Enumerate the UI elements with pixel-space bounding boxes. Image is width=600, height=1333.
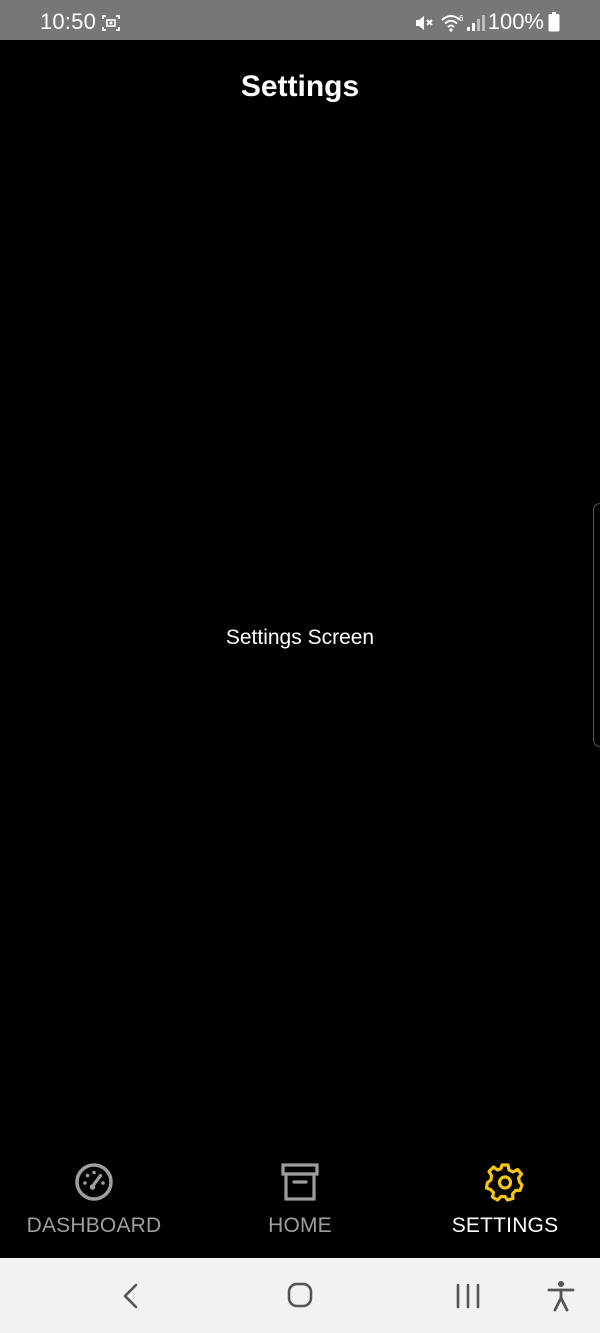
signal-icon xyxy=(467,15,485,31)
wifi-icon: 6 xyxy=(441,14,464,32)
status-time: 10:50 xyxy=(40,9,97,34)
tab-settings[interactable]: SETTINGS xyxy=(405,1150,600,1258)
accessibility-icon[interactable] xyxy=(541,1280,581,1312)
system-navigation-bar xyxy=(0,1258,600,1333)
recents-icon[interactable] xyxy=(448,1280,488,1312)
home-circle-icon[interactable] xyxy=(280,1280,320,1312)
tab-home-label: HOME xyxy=(268,1214,332,1237)
gear-icon xyxy=(485,1163,524,1202)
mute-icon xyxy=(416,16,433,30)
speedometer-icon xyxy=(75,1163,113,1201)
tab-home[interactable]: HOME xyxy=(200,1150,400,1258)
screen-content-text: Settings Screen xyxy=(225,626,375,649)
svg-text:6: 6 xyxy=(459,14,464,23)
screen-record-icon xyxy=(102,15,120,31)
back-icon[interactable] xyxy=(112,1280,152,1312)
edge-panel-handle[interactable] xyxy=(593,503,600,747)
battery-percent: 100% xyxy=(487,9,544,34)
tab-settings-label: SETTINGS xyxy=(451,1214,559,1237)
tab-dashboard-label: DASHBOARD xyxy=(26,1214,162,1237)
status-bar: 10:50 6 100% xyxy=(0,0,600,40)
battery-icon xyxy=(548,12,560,32)
phone-screen: 10:50 6 100% Settings Settings Screen DA… xyxy=(0,0,600,1333)
archive-box-icon xyxy=(281,1163,319,1201)
page-title: Settings xyxy=(240,70,360,103)
bottom-navigation: DASHBOARD HOME SETTINGS xyxy=(0,1150,600,1258)
tab-dashboard[interactable]: DASHBOARD xyxy=(0,1150,194,1258)
